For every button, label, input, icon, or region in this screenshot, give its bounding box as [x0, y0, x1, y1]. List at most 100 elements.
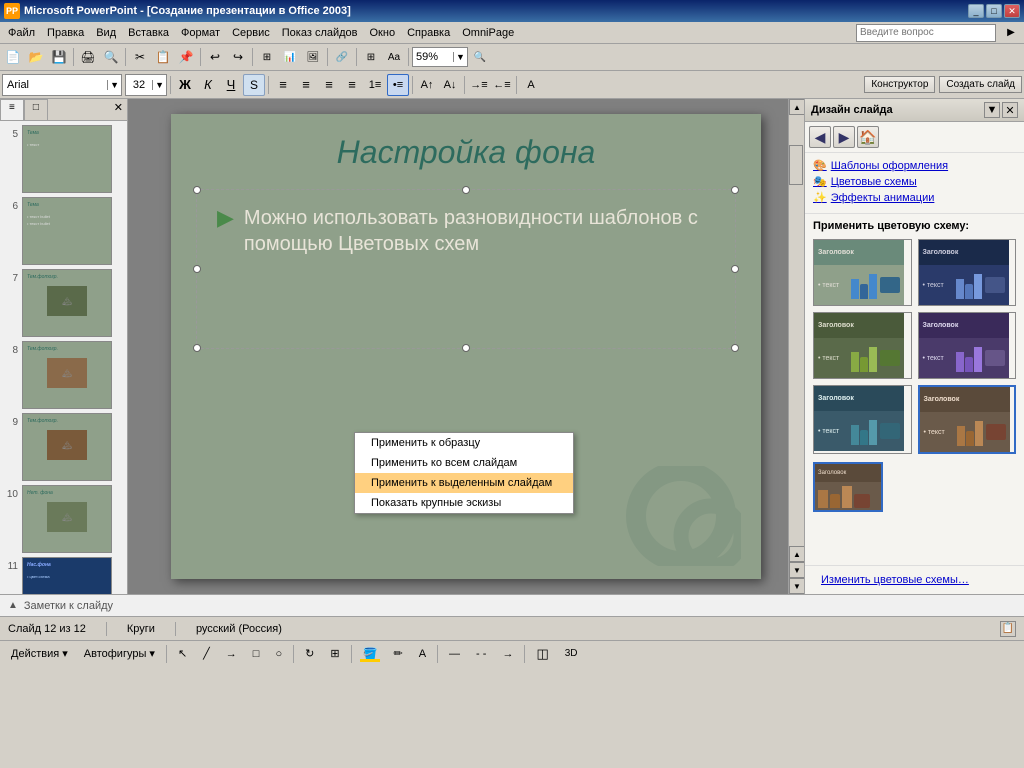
menu-window[interactable]: Окно [364, 25, 402, 41]
autoshapes-button[interactable]: Автофигуры ▾ [77, 643, 162, 665]
ctx-apply-all[interactable]: Применить ко всем слайдам [355, 453, 573, 473]
nav-back-button[interactable]: ◀ [809, 126, 831, 148]
arrow-style-button[interactable]: → [495, 643, 520, 665]
slide-mini-9[interactable]: Тем.фотогр. 🏔 [22, 413, 112, 481]
zoom-dropdown[interactable]: ▼ [453, 52, 467, 62]
justify-button[interactable]: ≡ [341, 74, 363, 96]
print-button[interactable]: 🖨 [77, 46, 99, 68]
font-color-draw-button[interactable]: A [412, 643, 433, 665]
rotate-button[interactable]: ↻ [298, 643, 321, 665]
slide-mini-11[interactable]: Нас.фона • цвет.схема [22, 557, 112, 594]
menu-omnipage[interactable]: OmniPage [456, 25, 520, 41]
grouping-button[interactable]: ⊞ [323, 643, 346, 665]
prev-slide-button[interactable]: ▲ [789, 546, 804, 562]
decrease-indent-button[interactable]: ←≡ [491, 74, 513, 96]
tab-outline[interactable]: ≡ [0, 99, 24, 120]
show-format-button[interactable]: Aa [383, 46, 405, 68]
window-controls[interactable]: _ □ ✕ [968, 4, 1020, 18]
slide-mini-8[interactable]: Тем.фотогр. 🏔 [22, 341, 112, 409]
next-slide-button[interactable]: ▼ [789, 562, 804, 578]
slide-item-6[interactable]: 6 Тема • текст bullet • текст bullet [4, 197, 123, 265]
canvas-scrollbar-v[interactable]: ▲ ▲ ▼ ▼ [788, 99, 804, 594]
color-scheme-4[interactable]: Заголовок • текст [918, 312, 1017, 379]
save-button[interactable]: 💾 [48, 46, 70, 68]
line-button[interactable]: ╱ [196, 643, 217, 665]
preview-button[interactable]: 🔍 [100, 46, 122, 68]
insert-chart-button[interactable]: 📊 [279, 46, 301, 68]
scroll-up-button[interactable]: ▲ [789, 99, 804, 115]
open-button[interactable]: 📂 [25, 46, 47, 68]
new-slide-button[interactable]: Создать слайд [939, 76, 1022, 93]
increase-indent-button[interactable]: →≡ [468, 74, 490, 96]
shadow-draw-button[interactable]: ◫ [529, 643, 555, 665]
scroll-down-button[interactable]: ▼ [789, 578, 804, 594]
cut-button[interactable]: ✂ [129, 46, 151, 68]
underline-button[interactable]: Ч [220, 74, 242, 96]
oval-button[interactable]: ○ [268, 643, 289, 665]
scroll-thumb[interactable] [789, 145, 803, 185]
select-button[interactable]: ↖ [171, 643, 194, 665]
color-scheme-2[interactable]: Заголовок • текст [918, 239, 1017, 306]
line-style-button[interactable]: — [442, 643, 467, 665]
ctx-apply-master[interactable]: Применить к образцу [355, 433, 573, 453]
insert-table-button[interactable]: ⊞ [256, 46, 278, 68]
paste-button[interactable]: 📌 [175, 46, 197, 68]
color-scheme-5[interactable]: Заголовок • текст [813, 385, 912, 454]
slide-item-11[interactable]: 11 Нас.фона • цвет.схема [4, 557, 123, 594]
dash-style-button[interactable]: - - [469, 643, 493, 665]
slide-mini-6[interactable]: Тема • текст bullet • текст bullet [22, 197, 112, 265]
search-button[interactable]: ▶ [1000, 22, 1022, 44]
font-color-button[interactable]: A [520, 74, 542, 96]
slide-item-8[interactable]: 8 Тем.фотогр. 🏔 [4, 341, 123, 409]
slide-item-5[interactable]: 5 Тема • текст [4, 125, 123, 193]
link-color-schemes[interactable]: 🎭 Цветовые схемы [813, 175, 1016, 188]
slide-mini-10[interactable]: Нет. фона 🏔 [22, 485, 112, 553]
menu-help[interactable]: Справка [401, 25, 456, 41]
arrow-button[interactable]: → [219, 643, 244, 665]
view-status-button[interactable]: 📋 [1000, 621, 1016, 637]
3d-button[interactable]: 3D [558, 643, 585, 665]
align-center-button[interactable]: ≡ [295, 74, 317, 96]
bullets-button[interactable]: •≡ [387, 74, 409, 96]
shadow-button[interactable]: S [243, 74, 265, 96]
decrease-font-button[interactable]: A↓ [439, 74, 461, 96]
ctx-show-large[interactable]: Показать крупные эскизы [355, 493, 573, 513]
copy-button[interactable]: 📋 [152, 46, 174, 68]
slide-item-9[interactable]: 9 Тем.фотогр. 🏔 [4, 413, 123, 481]
expand-all-button[interactable]: ⊞ [360, 46, 382, 68]
font-size-dropdown[interactable]: ▼ [152, 80, 166, 90]
zoom-input[interactable] [413, 51, 453, 63]
align-right-button[interactable]: ≡ [318, 74, 340, 96]
slide-mini-7[interactable]: Тем.фотогр. 🏔 [22, 269, 112, 337]
nav-home-button[interactable]: 🏠 [857, 126, 879, 148]
increase-font-button[interactable]: A↑ [416, 74, 438, 96]
new-button[interactable]: 📄 [2, 46, 24, 68]
undo-button[interactable]: ↩ [204, 46, 226, 68]
link-templates[interactable]: 🎨 Шаблоны оформления [813, 159, 1016, 172]
bold-button[interactable]: Ж [174, 74, 196, 96]
insert-clip-button[interactable]: 🖼 [302, 46, 324, 68]
color-scheme-6[interactable]: Заголовок • текст [918, 385, 1017, 454]
line-color-button[interactable]: ✏ [386, 643, 409, 665]
nav-forward-button[interactable]: ▶ [833, 126, 855, 148]
change-color-schemes-link[interactable]: Изменить цветовые схемы… [813, 570, 1016, 590]
menu-edit[interactable]: Правка [41, 25, 90, 41]
menu-file[interactable]: Файл [2, 25, 41, 41]
menu-slideshow[interactable]: Показ слайдов [276, 25, 364, 41]
zoom-button[interactable]: 🔍 [469, 46, 491, 68]
design-button[interactable]: Конструктор [864, 76, 935, 93]
panel-minimize-button[interactable]: ▼ [984, 102, 1000, 118]
redo-button[interactable]: ↪ [227, 46, 249, 68]
fill-color-button[interactable]: 🪣 [356, 643, 385, 665]
menu-insert[interactable]: Вставка [122, 25, 175, 41]
italic-button[interactable]: К [197, 74, 219, 96]
maximize-button[interactable]: □ [986, 4, 1002, 18]
align-left-button[interactable]: ≡ [272, 74, 294, 96]
numbering-button[interactable]: 1≡ [364, 74, 386, 96]
rect-button[interactable]: □ [246, 643, 267, 665]
color-scheme-3[interactable]: Заголовок • текст [813, 312, 912, 379]
slide-mini-5[interactable]: Тема • текст [22, 125, 112, 193]
slide-item-7[interactable]: 7 Тем.фотогр. 🏔 [4, 269, 123, 337]
menu-format[interactable]: Формат [175, 25, 226, 41]
menu-view[interactable]: Вид [90, 25, 122, 41]
